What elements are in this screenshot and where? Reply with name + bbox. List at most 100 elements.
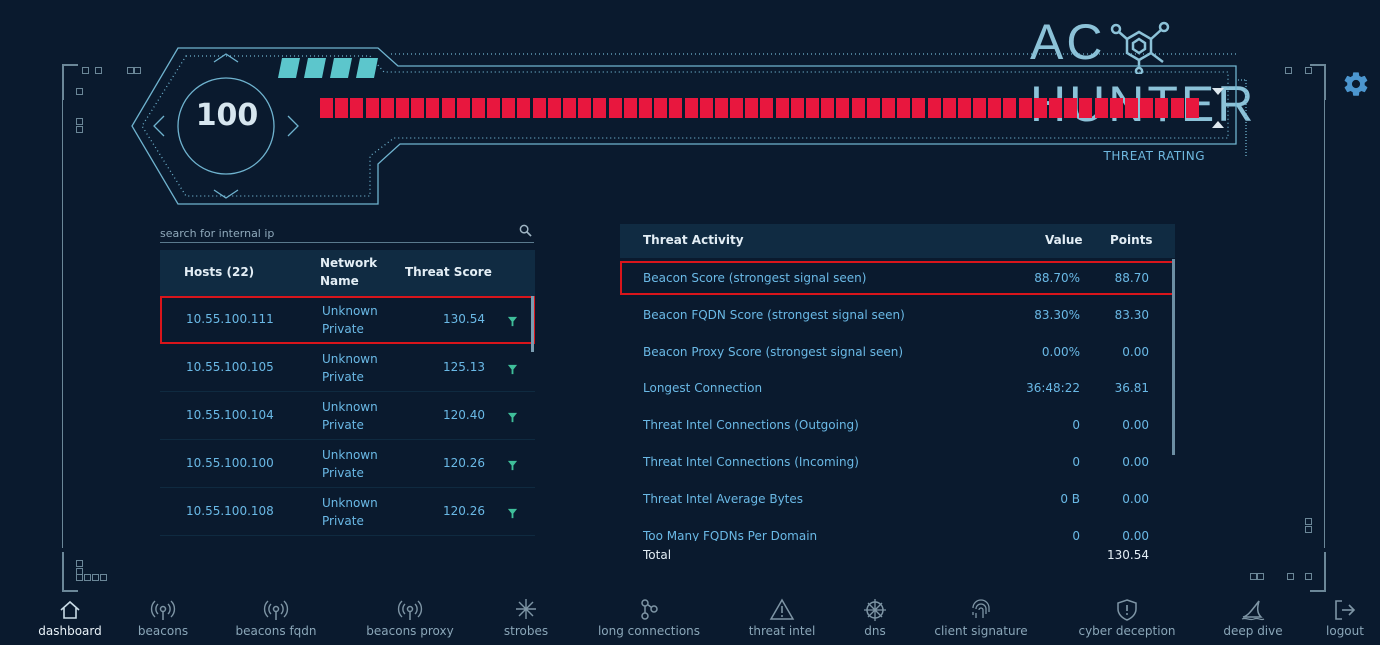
total-points: 130.54 <box>1107 548 1149 562</box>
threat-activity-row[interactable]: Beacon FQDN Score (strongest signal seen… <box>620 298 1175 332</box>
threat-activity-column-header: Threat Activity <box>643 233 744 247</box>
host-row[interactable]: 10.55.100.105 Unknown Private 125.13 <box>160 344 535 392</box>
threat-bar-segment <box>942 98 956 118</box>
nav-item-cyber-deception[interactable]: cyber deception <box>1057 594 1197 645</box>
host-network-name: Unknown Private <box>322 448 378 480</box>
threat-activity-label: Threat Intel Average Bytes <box>643 491 804 506</box>
threat-bar-segment <box>320 98 333 118</box>
gear-icon[interactable] <box>1342 70 1370 98</box>
nav-item-strobes[interactable]: strobes <box>456 594 596 645</box>
threat-bar-segment <box>806 98 819 118</box>
threat-activity-value: 0 <box>1072 528 1080 541</box>
threat-activity-label: Threat Intel Connections (Outgoing) <box>643 418 859 433</box>
threat-bar-segment <box>350 98 364 118</box>
threat-score-column-header[interactable]: Threat Score <box>405 263 492 281</box>
threat-activity-row[interactable]: Threat Intel Average Bytes 0 B 0.00 <box>620 482 1175 516</box>
starburst-icon <box>516 599 536 619</box>
threat-bar-segment <box>335 98 349 118</box>
hosts-column-header[interactable]: Hosts (22) <box>184 263 254 281</box>
threat-bar-segment <box>851 98 865 118</box>
threat-bar-segment <box>1155 98 1169 118</box>
threat-activity-label: Too Many FQDNs Per Domain <box>643 528 818 541</box>
threat-bar-segment <box>395 98 409 118</box>
nav-item-label: long connections <box>597 624 701 638</box>
nav-item-client-signature[interactable]: client signature <box>911 594 1051 645</box>
threat-activity-points: 0.00 <box>1122 528 1149 541</box>
nav-item-label: client signature <box>934 624 1028 638</box>
threat-bar-segment <box>821 98 835 118</box>
frame-dot <box>1250 573 1257 580</box>
filter-icon[interactable] <box>507 312 518 327</box>
host-network-name: Unknown Private <box>322 400 378 432</box>
threat-activity-row[interactable]: Threat Intel Connections (Outgoing) 0 0.00 <box>620 408 1175 442</box>
frame-dot <box>95 67 102 74</box>
network-name-column-header[interactable]: Network Name <box>320 254 386 290</box>
threat-bar-segment <box>1064 98 1078 118</box>
host-ip: 10.55.100.108 <box>186 504 274 518</box>
search-input[interactable] <box>160 224 500 243</box>
frame-dot <box>1305 67 1312 74</box>
threat-bar-segment <box>426 98 440 118</box>
threat-bar-segment <box>380 98 394 118</box>
host-row[interactable]: 10.55.100.104 Unknown Private 120.40 <box>160 392 535 440</box>
threat-bar-segment <box>1170 98 1184 118</box>
filter-icon[interactable] <box>507 456 518 471</box>
nav-item-logout[interactable]: logout <box>1310 594 1380 645</box>
threat-bar-segment <box>836 98 850 118</box>
threat-activity-value: 0.00% <box>1041 344 1080 359</box>
threat-bar-segment <box>1003 98 1017 118</box>
host-threat-score: 120.26 <box>443 456 485 470</box>
bottom-navigation: dashboard beacons beacons fqdn beacons prox… <box>0 594 1380 645</box>
host-network-name: Unknown Private <box>322 496 378 528</box>
threat-rating-value: 100 <box>195 98 259 133</box>
threat-bar-segment <box>441 98 455 118</box>
host-row[interactable]: 10.55.100.111 Unknown Private 130.54 <box>160 296 535 344</box>
total-label: Total <box>643 548 672 562</box>
frame-dot <box>82 67 89 74</box>
host-ip: 10.55.100.104 <box>186 408 274 422</box>
threat-bar-segment <box>927 98 941 118</box>
threat-bar-segment <box>502 98 516 118</box>
threat-bar-segment <box>1079 98 1093 118</box>
threat-bar-segment <box>760 98 774 118</box>
threat-activity-row[interactable]: Too Many FQDNs Per Domain 0 0.00 <box>620 519 1175 541</box>
threat-activity-value: 36:48:22 <box>1026 381 1080 396</box>
host-row[interactable]: 10.55.100.100 Unknown Private 120.26 <box>160 440 535 488</box>
filter-icon[interactable] <box>507 408 518 423</box>
threat-activity-scrollbar[interactable] <box>1172 259 1175 455</box>
threat-activity-row[interactable]: Threat Intel Connections (Incoming) 0 0.00 <box>620 445 1175 479</box>
filter-icon[interactable] <box>507 360 518 375</box>
threat-bar-segment <box>456 98 470 118</box>
frame-corner-top-right <box>1310 64 1326 100</box>
threat-bar-segment <box>1109 98 1123 118</box>
host-row[interactable]: 10.55.100.108 Unknown Private 120.26 <box>160 488 535 536</box>
threat-activity-row[interactable]: Longest Connection 36:48:22 36.81 <box>620 371 1175 405</box>
threat-bar-segment <box>532 98 546 118</box>
threat-bar-segment <box>623 98 637 118</box>
nav-item-label: strobes <box>503 624 549 638</box>
broadcast-icon <box>263 600 289 620</box>
nav-item-long-connections[interactable]: long connections <box>579 594 719 645</box>
nav-item-deep-dive[interactable]: deep dive <box>1183 594 1323 645</box>
search-icon[interactable] <box>519 224 532 237</box>
nodes-icon <box>641 599 658 620</box>
frame-dot <box>1287 573 1294 580</box>
frame-dot <box>76 88 83 95</box>
nav-item-label: beacons fqdn <box>235 624 317 638</box>
frame-dot <box>76 118 83 125</box>
frame-dot <box>1305 573 1312 580</box>
threat-activity-points: 0.00 <box>1122 344 1149 359</box>
threat-bar-segment <box>957 98 971 118</box>
threat-activity-row[interactable]: Beacon Proxy Score (strongest signal see… <box>620 335 1175 369</box>
threat-activity-header: Threat Activity Value Points <box>620 224 1175 258</box>
threat-bar-segment <box>866 98 880 118</box>
threat-activity-points: 0.00 <box>1122 455 1149 469</box>
nav-item-beacons-fqdn[interactable]: beacons fqdn <box>206 594 346 645</box>
threat-bar-segment <box>578 98 592 118</box>
threat-bar-segment <box>547 98 561 118</box>
threat-activity-row[interactable]: Beacon Score (strongest signal seen) 88.7… <box>620 261 1175 295</box>
hosts-scrollbar[interactable] <box>531 296 534 352</box>
host-threat-score: 130.54 <box>443 312 485 326</box>
filter-icon[interactable] <box>507 504 518 519</box>
host-network-name: Unknown Private <box>322 352 378 384</box>
